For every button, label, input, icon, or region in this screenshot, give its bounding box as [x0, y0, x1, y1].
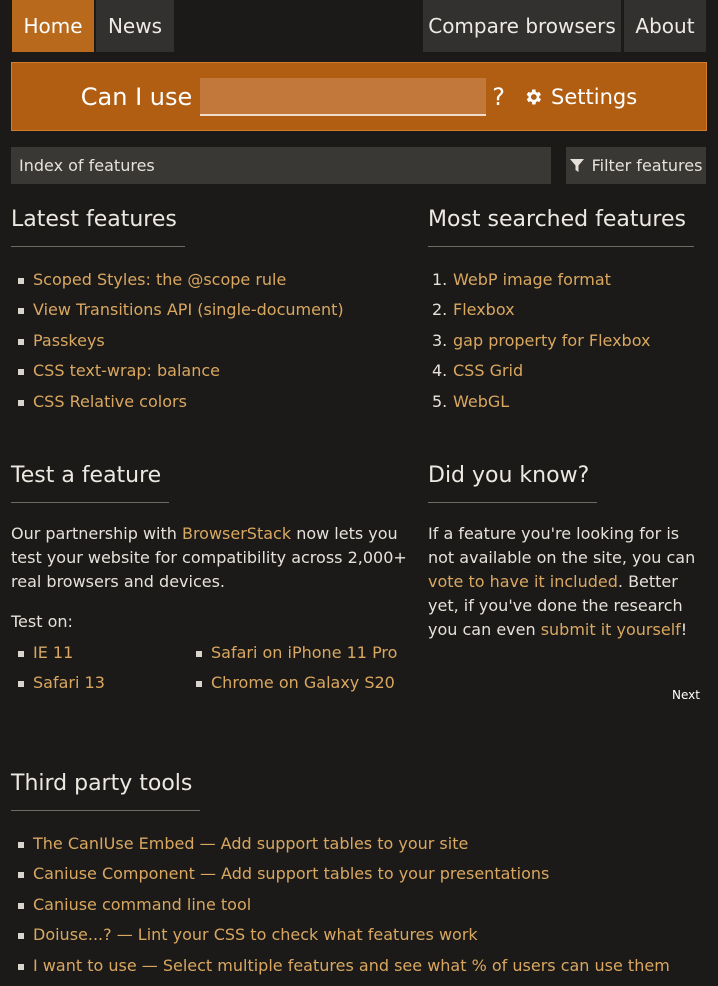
tool-link[interactable]: The CanIUse Embed — Add support tables t… [33, 834, 468, 853]
most-searched-list: 1. WebP image format 2. Flexbox 3. gap prop… [428, 265, 708, 417]
test-on-label: Test on: [11, 612, 73, 631]
nav-news-button[interactable]: News [96, 0, 174, 52]
feature-link[interactable]: View Transitions API (single-document) [33, 300, 344, 319]
list-item[interactable]: Chrome on Galaxy S20 [189, 668, 397, 698]
list-item[interactable]: Scoped Styles: the @scope rule [11, 265, 411, 295]
test-on-list-1: IE 11 Safari 13 [11, 638, 189, 699]
list-item[interactable]: CSS text-wrap: balance [11, 356, 411, 386]
did-you-know-text: If a feature you're looking for is not a… [428, 524, 696, 639]
feature-link[interactable]: Passkeys [33, 331, 105, 350]
list-item[interactable]: 5. WebGL [428, 387, 708, 417]
list-item[interactable]: 2. Flexbox [428, 295, 708, 325]
test-on-list-2: Safari on iPhone 11 Pro Chrome on Galaxy… [189, 638, 397, 699]
settings-label: Settings [551, 84, 638, 109]
feature-link[interactable]: WebP image format [453, 265, 611, 295]
test-feature-title: Test a feature [11, 463, 170, 503]
test-link[interactable]: IE 11 [33, 643, 73, 662]
filter-icon [569, 158, 584, 172]
most-searched-title: Most searched features [428, 207, 694, 247]
browserstack-link[interactable]: BrowserStack [182, 524, 291, 543]
filter-features-button[interactable]: Filter features [566, 147, 706, 184]
list-item[interactable]: 3. gap property for Flexbox [428, 326, 708, 356]
test-feature-description: Our partnership with BrowserStack now le… [11, 524, 407, 591]
gear-icon [526, 89, 542, 104]
list-item[interactable]: 1. WebP image format [428, 265, 708, 295]
test-link[interactable]: Safari on iPhone 11 Pro [211, 643, 397, 662]
feature-link[interactable]: Flexbox [453, 295, 515, 325]
tool-link[interactable]: Caniuse Component — Add support tables t… [33, 864, 549, 883]
latest-features-section: Latest features Scoped Styles: the @scop… [11, 207, 411, 417]
tool-link[interactable]: Caniuse command line tool [33, 895, 251, 914]
feature-link[interactable]: WebGL [453, 387, 509, 417]
nav-about-button[interactable]: About [624, 0, 706, 52]
list-item[interactable]: Caniuse Component — Add support tables t… [11, 859, 711, 889]
top-nav: Home News Compare browsers About [0, 0, 718, 52]
vote-link[interactable]: vote to have it included [428, 572, 618, 591]
list-item[interactable]: Caniuse command line tool [11, 890, 711, 920]
search-question-mark: ? [492, 82, 506, 111]
feature-link[interactable]: CSS Grid [453, 356, 523, 386]
search-banner: Can I use ? Settings [11, 62, 707, 131]
search-label: Can I use [80, 82, 193, 111]
list-item[interactable]: The CanIUse Embed — Add support tables t… [11, 829, 711, 859]
feature-link[interactable]: gap property for Flexbox [453, 326, 650, 356]
feature-link[interactable]: Scoped Styles: the @scope rule [33, 270, 286, 289]
list-item[interactable]: View Transitions API (single-document) [11, 295, 411, 325]
index-of-features-button[interactable]: Index of features [11, 147, 551, 184]
list-item[interactable]: 4. CSS Grid [428, 356, 708, 386]
feature-link[interactable]: CSS Relative colors [33, 392, 187, 411]
nav-home-button[interactable]: Home [12, 0, 94, 52]
list-item[interactable]: I want to use — Select multiple features… [11, 951, 711, 981]
search-input[interactable] [200, 77, 487, 116]
did-you-know-section: Did you know? If a feature you're lookin… [428, 463, 710, 642]
list-item[interactable]: CSS Relative colors [11, 387, 411, 417]
third-party-list: The CanIUse Embed — Add support tables t… [11, 829, 711, 981]
test-link[interactable]: Safari 13 [33, 673, 105, 692]
filter-features-label: Filter features [591, 156, 703, 175]
next-tip-button[interactable]: Next [672, 688, 700, 702]
nav-compare-browsers-button[interactable]: Compare browsers [423, 0, 621, 52]
third-party-title: Third party tools [11, 771, 201, 811]
list-item[interactable]: Doiuse...? — Lint your CSS to check what… [11, 920, 711, 950]
latest-features-list: Scoped Styles: the @scope rule View Tran… [11, 265, 411, 417]
latest-features-title: Latest features [11, 207, 185, 247]
test-feature-section: Test a feature Our partnership with Brow… [11, 463, 411, 699]
list-item[interactable]: Safari on iPhone 11 Pro [189, 638, 397, 668]
did-you-know-title: Did you know? [428, 463, 598, 503]
settings-button[interactable]: Settings [523, 85, 637, 109]
most-searched-section: Most searched features 1. WebP image form… [428, 207, 708, 417]
tool-link[interactable]: Doiuse...? — Lint your CSS to check what… [33, 925, 478, 944]
list-item[interactable]: IE 11 [11, 638, 189, 668]
tool-link[interactable]: I want to use — Select multiple features… [33, 956, 670, 975]
third-party-section: Third party tools The CanIUse Embed — Ad… [11, 771, 711, 981]
test-link[interactable]: Chrome on Galaxy S20 [211, 673, 395, 692]
list-item[interactable]: Safari 13 [11, 668, 189, 698]
submit-link[interactable]: submit it yourself [541, 620, 681, 639]
feature-link[interactable]: CSS text-wrap: balance [33, 361, 220, 380]
list-item[interactable]: Passkeys [11, 326, 411, 356]
test-on-lists: IE 11 Safari 13 Safari on iPhone 11 Pro … [11, 638, 411, 699]
